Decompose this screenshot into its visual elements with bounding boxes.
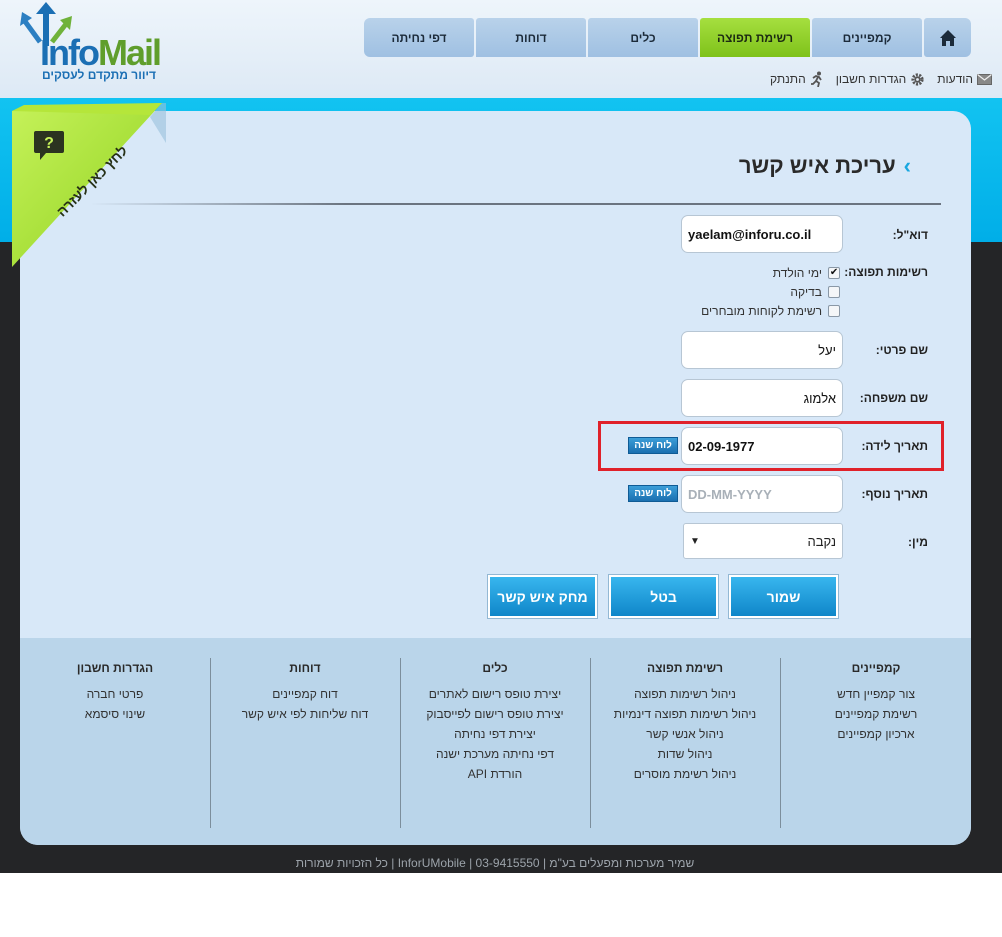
messages-label: הודעות <box>937 72 974 86</box>
list-option-test[interactable]: בדיקה <box>790 285 840 299</box>
footer-divider <box>780 658 781 828</box>
copyright-text: שמיר מערכות ומפעלים בע"מ | 03-9415550 | … <box>295 856 695 870</box>
account-settings-link[interactable]: הגדרות חשבון <box>836 72 926 87</box>
chevron-icon: › <box>903 153 911 178</box>
logout-label: התנתק <box>770 72 806 86</box>
footer-col-reports: דוחות דוח קמפיינים דוח שליחות לפי איש קש… <box>210 658 400 724</box>
footer-link[interactable]: יצירת טופס רישום לפייסבוק <box>400 704 590 724</box>
gender-label: מין: <box>908 535 928 549</box>
account-settings-label: הגדרות חשבון <box>835 72 907 86</box>
list-option-label: רשימת לקוחות מובחרים <box>701 304 822 318</box>
footer-heading: הגדרות חשבון <box>76 661 154 675</box>
footer-link[interactable]: ניהול רשימות תפוצה דינמיות <box>590 704 780 724</box>
dropdown-arrow-icon: ▼ <box>690 535 700 547</box>
account-subnav: הודעות הגדרות חשבון התנתק <box>758 70 993 88</box>
bottom-background <box>0 873 1002 937</box>
footer-link[interactable]: ניהול רשימות תפוצה <box>590 684 780 704</box>
running-man-icon <box>810 71 824 87</box>
checkbox-birthdays[interactable]: ✔ <box>828 267 840 279</box>
birth-date-label: תאריך לידה: <box>861 439 928 453</box>
birth-date-calendar-button[interactable]: לוח שנה <box>628 437 678 454</box>
main-nav: דפי נחיתה דוחות כלים רשימת תפוצה קמפייני… <box>364 18 971 57</box>
first-name-label: שם פרטי: <box>875 343 928 357</box>
footer-link[interactable]: ניהול אנשי קשר <box>590 724 780 744</box>
tab-campaigns[interactable]: קמפיינים <box>812 18 922 57</box>
footer-link[interactable]: ארכיון קמפיינים <box>781 724 971 744</box>
footer-link[interactable]: הורדת API <box>400 764 590 784</box>
birth-date-field[interactable]: 02-09-1977 <box>681 427 843 465</box>
logout-link[interactable]: התנתק <box>770 71 824 87</box>
tab-mailing-list[interactable]: רשימת תפוצה <box>700 18 810 57</box>
footer-link[interactable]: יצירת דפי נחיתה <box>400 724 590 744</box>
footer-heading: קמפיינים <box>851 661 901 675</box>
tab-landing-pages[interactable]: דפי נחיתה <box>364 18 474 57</box>
title-divider <box>90 203 941 205</box>
cancel-button[interactable]: בטל <box>608 574 719 619</box>
logo-info-text: Info <box>40 32 100 73</box>
footer-link[interactable]: צור קמפיין חדש <box>781 684 971 704</box>
gender-select[interactable]: נקבה ▼ <box>683 523 843 559</box>
footer-link[interactable]: יצירת טופס רישום לאתרים <box>400 684 590 704</box>
first-name-field[interactable]: יעל <box>681 331 843 369</box>
svg-text:?: ? <box>44 135 54 152</box>
checkbox-test[interactable] <box>828 286 840 298</box>
save-button[interactable]: שמור <box>728 574 839 619</box>
footer-heading: דוחות <box>289 661 321 675</box>
footer-divider <box>210 658 211 828</box>
home-icon <box>939 29 956 46</box>
footer-heading: רשימת תפוצה <box>646 661 724 675</box>
list-option-label: ימי הולדת <box>772 266 822 280</box>
help-ribbon[interactable]: ? לחץ כאן לעזרה <box>10 103 166 271</box>
footer-link[interactable]: דוח קמפיינים <box>210 684 400 704</box>
extra-date-field[interactable]: DD-MM-YYYY <box>681 475 843 513</box>
envelope-icon <box>977 73 993 85</box>
extra-date-label: תאריך נוסף: <box>861 487 929 501</box>
gender-selected-value: נקבה <box>807 533 836 549</box>
email-label: דוא"ל: <box>892 228 928 242</box>
page-title: › עריכת איש קשר <box>739 153 911 179</box>
delete-contact-button[interactable]: מחק איש קשר <box>487 574 598 619</box>
list-option-label: בדיקה <box>790 285 822 299</box>
footer-link[interactable]: דוח שליחות לפי איש קשר <box>210 704 400 724</box>
footer-col-campaigns: קמפיינים צור קמפיין חדש רשימת קמפיינים א… <box>781 658 971 744</box>
logo-tagline: דיוור מתקדם לעסקים <box>42 68 157 82</box>
footer-link[interactable]: רשימת קמפיינים <box>781 704 971 724</box>
footer-link[interactable]: ניהול רשימת מוסרים <box>590 764 780 784</box>
list-option-birthdays[interactable]: ✔ ימי הולדת <box>773 266 840 280</box>
gear-icon <box>910 72 925 87</box>
last-name-label: שם משפחה: <box>859 391 928 405</box>
footer-link[interactable]: דפי נחיתה מערכת ישנה <box>400 744 590 764</box>
extra-date-calendar-button[interactable]: לוח שנה <box>628 485 678 502</box>
footer-divider <box>590 658 591 828</box>
tab-home[interactable] <box>924 18 971 57</box>
footer-col-mailing-list: רשימת תפוצה ניהול רשימות תפוצה ניהול רשי… <box>590 658 780 784</box>
footer-link[interactable]: פרטי חברה <box>20 684 210 704</box>
footer-heading: כלים <box>482 661 508 675</box>
logo-mail-text: Mail <box>97 32 162 73</box>
last-name-field[interactable]: אלמוג <box>681 379 843 417</box>
tab-reports[interactable]: דוחות <box>476 18 586 57</box>
question-bubble-icon: ? <box>32 129 66 161</box>
checkbox-selected-customers[interactable] <box>828 305 840 317</box>
page-title-text: עריכת איש קשר <box>738 153 896 178</box>
footer-divider <box>400 658 401 828</box>
messages-link[interactable]: הודעות <box>937 72 993 86</box>
list-option-selected-customers[interactable]: רשימת לקוחות מובחרים <box>701 304 840 318</box>
footer-col-account-settings: הגדרות חשבון פרטי חברה שינוי סיסמא <box>20 658 210 724</box>
footer-link[interactable]: ניהול שדות <box>590 744 780 764</box>
email-field[interactable]: yaelam@inforu.co.il <box>681 215 843 253</box>
footer-col-tools: כלים יצירת טופס רישום לאתרים יצירת טופס … <box>400 658 590 784</box>
infomail-logo[interactable]: InfoMail דיוור מתקדם לעסקים <box>18 2 168 88</box>
tab-tools[interactable]: כלים <box>588 18 698 57</box>
footer-link[interactable]: שינוי סיסמא <box>20 704 210 724</box>
mailing-lists-label: רשימות תפוצה: <box>844 265 928 279</box>
